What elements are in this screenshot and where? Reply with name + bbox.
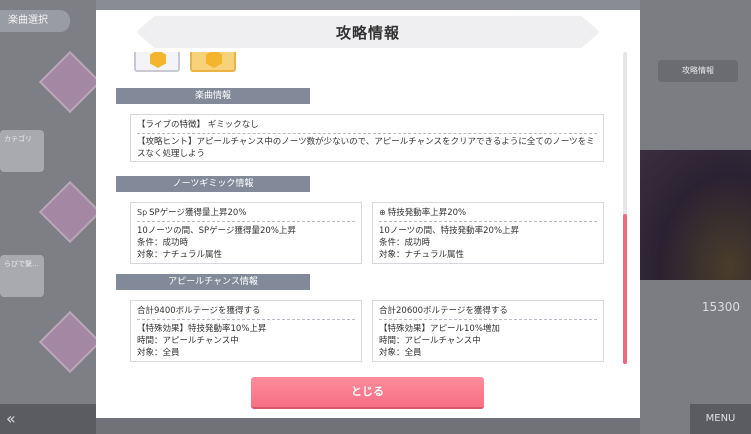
notes-gimmick-card: Sp SPゲージ獲得量上昇20% 10ノーツの間、SPゲージ獲得量20%上昇 条件…: [130, 202, 362, 264]
sp-gauge-icon: Sp: [137, 208, 148, 217]
scrollbar[interactable]: [623, 52, 627, 364]
strategy-info-modal: 攻略情報 楽曲情報 【ライブの特徴】 ギミックなし 【攻略ヒント】アピールチャン…: [96, 10, 640, 418]
skill-rate-icon: ⊕: [379, 208, 386, 217]
background-strategy-button: 攻略情報: [658, 60, 738, 82]
background-menu-button: MENU: [690, 404, 751, 434]
gimmick-target: 対象：ナチュラル属性: [137, 250, 223, 260]
background-score: 15300: [701, 300, 740, 314]
section-header-song-info: 楽曲情報: [116, 88, 310, 104]
gimmick-title: SPゲージ獲得量上昇20%: [149, 208, 247, 218]
gimmick-desc: 10ノーツの間、特技発動率20%上昇: [379, 226, 520, 236]
gimmick-target: 対象：ナチュラル属性: [379, 250, 465, 260]
section-header-appeal-chance: アピールチャンス情報: [116, 274, 310, 290]
strategy-hint-text: 【攻略ヒント】アピールチャンス中のノーツ数が少ないので、アピールチャンスをクリア…: [137, 137, 595, 159]
notes-gimmick-card: ⊕ 特技発動率上昇20% 10ノーツの間、特技発動率20%上昇 条件：成功時 対象…: [372, 202, 604, 264]
section-header-notes-gimmick: ノーツギミック情報: [116, 176, 310, 192]
gimmick-title: 特技発動率上昇20%: [387, 208, 467, 218]
background-stage-image: [640, 150, 751, 280]
hexagon-icon: [206, 52, 222, 68]
hexagon-icon: [150, 52, 166, 68]
song-info-card: 【ライブの特徴】 ギミックなし 【攻略ヒント】アピールチャンス中のノーツ数が少な…: [130, 114, 604, 162]
appeal-target: 対象：全員: [137, 348, 180, 358]
live-feature-text: 【ライブの特徴】 ギミックなし: [137, 119, 597, 134]
close-button[interactable]: とじる: [251, 377, 484, 407]
background-left-chip: カテゴリ: [0, 130, 44, 172]
appeal-chance-card: 合計9400ボルテージを獲得する 【特殊効果】特技発動率10%上昇 時間：アピー…: [130, 300, 362, 362]
gimmick-desc: 10ノーツの間、SPゲージ獲得量20%上昇: [137, 226, 296, 236]
appeal-title: 合計20600ボルテージを獲得する: [379, 306, 508, 316]
background-screen-title: 楽曲選択: [0, 10, 70, 32]
scrollbar-thumb[interactable]: [623, 214, 627, 364]
difficulty-badge: [134, 52, 180, 72]
appeal-title: 合計9400ボルテージを獲得する: [137, 306, 261, 316]
appeal-chance-card: 合計20600ボルテージを獲得する 【特殊効果】アピール10%増加 時間：アピー…: [372, 300, 604, 362]
background-bottom-bar: [96, 418, 640, 434]
modal-title: 攻略情報: [335, 24, 400, 42]
difficulty-badge-selected: [190, 52, 236, 72]
gimmick-condition: 条件：成功時: [379, 238, 431, 248]
appeal-time: 時間：アピールチャンス中: [137, 336, 239, 346]
gimmick-condition: 条件：成功時: [137, 238, 189, 248]
modal-scroll-area[interactable]: 楽曲情報 【ライブの特徴】 ギミックなし 【攻略ヒント】アピールチャンス中のノー…: [116, 52, 614, 368]
appeal-time: 時間：アピールチャンス中: [379, 336, 481, 346]
background-left-chip: らびで繋…: [0, 255, 44, 297]
appeal-effect: 【特殊効果】特技発動率10%上昇: [137, 324, 267, 334]
appeal-effect: 【特殊効果】アピール10%増加: [379, 324, 500, 334]
appeal-target: 対象：全員: [379, 348, 422, 358]
back-icon: «: [0, 404, 96, 434]
